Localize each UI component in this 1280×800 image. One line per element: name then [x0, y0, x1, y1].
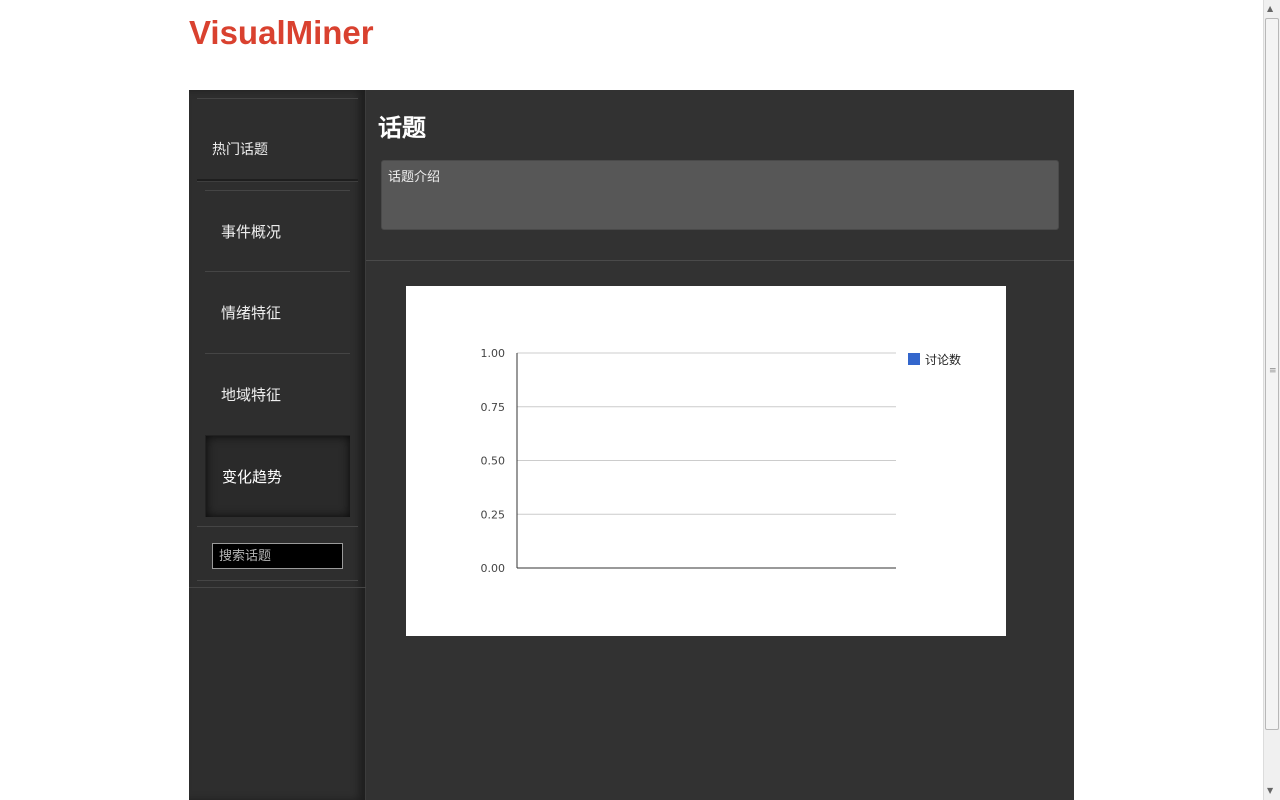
sidebar-item-label: 情绪特征	[221, 304, 282, 322]
sidebar-header[interactable]: 热门话题	[197, 98, 358, 181]
y-tick-label: 0.75	[481, 401, 506, 414]
sidebar-header-label: 热门话题	[212, 142, 268, 158]
page: VisualMiner 热门话题 事件概况 情绪特征 地域特征 变化趋势 搜索话…	[0, 0, 1280, 800]
main-container: 热门话题 事件概况 情绪特征 地域特征 变化趋势 话题 话题介绍	[189, 90, 1074, 800]
sidebar-item-sentiment[interactable]: 情绪特征	[205, 271, 350, 353]
sidebar-item-geography[interactable]: 地域特征	[205, 353, 350, 435]
chart-svg: 1.00 0.75 0.50 0.25 0.00 讨论数	[481, 347, 962, 575]
legend-label: 讨论数	[925, 352, 961, 367]
y-tick-label: 0.00	[481, 562, 506, 575]
scroll-up-icon[interactable]: ▲	[1267, 4, 1273, 13]
search-area	[197, 526, 358, 581]
sidebar-item-label: 地域特征	[221, 386, 282, 404]
app-logo[interactable]: VisualMiner	[189, 14, 374, 52]
y-tick-label: 0.50	[481, 455, 506, 468]
topic-intro-text: 话题介绍	[388, 170, 441, 185]
scroll-thumb[interactable]: ≡	[1265, 18, 1279, 730]
sidebar-item-label: 变化趋势	[222, 468, 283, 486]
sidebar: 热门话题 事件概况 情绪特征 地域特征 变化趋势	[189, 90, 366, 800]
y-tick-label: 0.25	[481, 508, 506, 521]
sidebar-item-overview[interactable]: 事件概况	[205, 190, 350, 272]
y-tick-label: 1.00	[481, 347, 506, 360]
grip-icon: ≡	[1269, 366, 1277, 376]
main-content: 话题 话题介绍 1.00 0.75 0.50 0.25 0.00 讨论数	[366, 90, 1074, 800]
search-input[interactable]	[212, 543, 343, 569]
scroll-down-icon[interactable]: ▼	[1267, 786, 1273, 795]
trend-chart: 1.00 0.75 0.50 0.25 0.00 讨论数	[406, 286, 1006, 636]
topic-intro-box: 话题介绍	[381, 160, 1059, 230]
sidebar-item-label: 事件概况	[221, 223, 282, 241]
divider	[366, 260, 1074, 261]
page-title: 话题	[378, 113, 426, 142]
legend-swatch	[908, 353, 920, 365]
sidebar-item-trend[interactable]: 变化趋势	[205, 435, 350, 517]
divider	[189, 587, 366, 588]
vertical-scrollbar[interactable]: ▲ ≡ ▼	[1263, 0, 1280, 800]
